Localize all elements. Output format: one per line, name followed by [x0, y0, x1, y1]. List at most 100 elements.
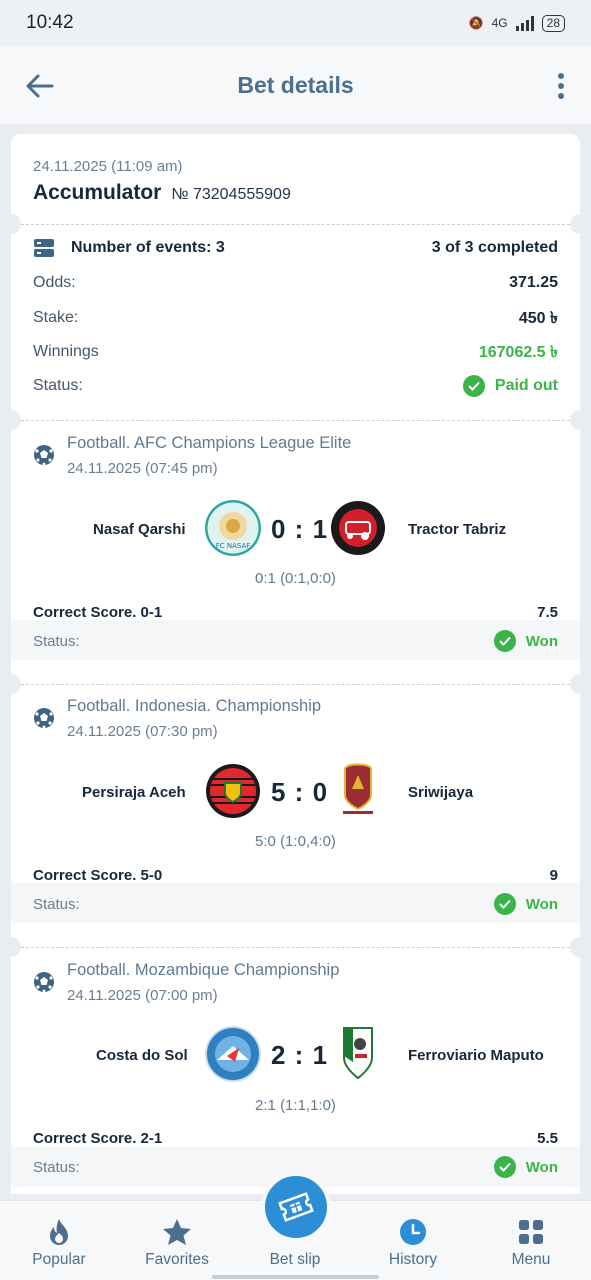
status-time: 10:42	[26, 12, 74, 33]
star-icon	[163, 1219, 191, 1245]
odds-value: 371.25	[509, 274, 558, 291]
check-icon	[493, 893, 516, 915]
event-score: 2 : 1	[271, 1040, 329, 1070]
score-detail: 0:1 (0:1,0:0)	[255, 570, 336, 587]
event-status-row: Status: Won	[33, 892, 558, 916]
stake-label: Stake:	[33, 309, 79, 326]
network-label: 4G	[491, 16, 508, 30]
market-name: Correct Score. 5-0	[33, 866, 163, 884]
event-date: 24.11.2025 (07:45 pm)	[67, 460, 218, 477]
grid-icon	[519, 1220, 543, 1244]
back-arrow-icon[interactable]	[24, 70, 56, 102]
event-date: 24.11.2025 (07:00 pm)	[67, 987, 218, 1004]
divider	[21, 947, 570, 948]
event-status: Won	[525, 632, 558, 650]
winnings-row: Winnings 167062.5 ৳	[33, 340, 558, 364]
signal-icon	[515, 15, 534, 31]
away-team: Tractor Tabriz	[408, 521, 507, 538]
odds-row: Odds: 371.25	[33, 271, 558, 295]
nav-history[interactable]: History	[354, 1201, 472, 1280]
market-odds: 7.5	[537, 603, 558, 621]
status-label: Status:	[33, 895, 80, 913]
ticket-notch	[11, 214, 21, 234]
status-bar: 10:42 🔕 4G 28	[0, 0, 591, 46]
status-label: Status:	[33, 377, 83, 394]
check-icon	[462, 375, 485, 397]
battery-icon: 28	[541, 14, 565, 32]
event-status: Won	[525, 1158, 558, 1176]
winnings-label: Winnings	[33, 343, 99, 360]
bet-status: Paid out	[494, 377, 558, 394]
market-name: Correct Score. 2-1	[33, 1129, 163, 1147]
away-team-logo	[331, 501, 385, 555]
home-team: Persiraja Aceh	[82, 784, 186, 801]
mute-icon: 🔕	[468, 16, 484, 30]
stake-row: Stake: 450 ৳	[33, 306, 558, 330]
status-label: Status:	[33, 1158, 80, 1176]
bet-details-card: 24.11.2025 (11:09 am) Accumulator № 7320…	[11, 134, 580, 1194]
home-team: Costa do Sol	[96, 1047, 188, 1064]
football-icon	[34, 972, 54, 993]
home-team-logo	[206, 764, 260, 818]
away-team-logo	[343, 763, 373, 814]
event-card[interactable]: Football. AFC Champions League Elite 24.…	[11, 424, 580, 686]
event-league: Football. AFC Champions League Elite	[67, 434, 352, 452]
bet-number: № 73204555909	[171, 186, 291, 203]
market-odds: 9	[549, 866, 558, 884]
divider	[21, 684, 570, 685]
event-card[interactable]: Football. Indonesia. Championship 24.11.…	[11, 687, 580, 949]
nav-menu[interactable]: Menu	[472, 1201, 590, 1280]
system-icons: 🔕 4G 28	[468, 14, 565, 32]
nav-label: History	[388, 1251, 438, 1268]
odds-label: Odds:	[33, 274, 76, 291]
score-detail: 2:1 (1:1,1:0)	[255, 1097, 336, 1114]
home-indicator	[212, 1275, 379, 1279]
nav-label: Favorites	[145, 1251, 209, 1268]
market-odds: 5.5	[537, 1129, 558, 1147]
event-date: 24.11.2025 (07:30 pm)	[67, 723, 218, 740]
nav-label: Bet slip	[269, 1251, 321, 1268]
home-team-logo	[205, 1026, 261, 1082]
more-vert-icon[interactable]	[557, 72, 565, 100]
stake-value: 450 ৳	[518, 309, 558, 327]
home-team-logo: FC NASAF	[205, 500, 261, 556]
nav-label: Popular	[32, 1251, 86, 1268]
event-league: Football. Indonesia. Championship	[67, 697, 322, 715]
event-card[interactable]: Football. Mozambique Championship 24.11.…	[11, 951, 580, 1194]
nav-popular[interactable]: Popular	[0, 1201, 118, 1280]
event-score: 0 : 1	[271, 514, 329, 544]
away-team-logo	[343, 1027, 373, 1080]
app-header: Bet details	[0, 46, 591, 124]
divider	[21, 224, 570, 225]
nav-favorites[interactable]: Favorites	[118, 1201, 236, 1280]
bet-slip-button[interactable]	[261, 1172, 331, 1242]
clock-icon	[400, 1219, 426, 1245]
score-detail: 5:0 (1:0,4:0)	[255, 833, 336, 850]
bet-date: 24.11.2025 (11:09 am)	[33, 158, 183, 175]
football-icon	[34, 445, 54, 466]
svg-text:FC NASAF: FC NASAF	[216, 542, 251, 550]
page-title: Bet details	[237, 71, 354, 98]
flame-icon	[50, 1219, 68, 1245]
winnings-value: 167062.5 ৳	[478, 343, 558, 361]
events-row: Number of events: 3 3 of 3 completed	[33, 236, 558, 260]
bet-header: 24.11.2025 (11:09 am) Accumulator № 7320…	[33, 158, 580, 205]
divider	[21, 420, 570, 421]
event-league: Football. Mozambique Championship	[67, 961, 340, 979]
event-score: 5 : 0	[271, 777, 329, 807]
check-icon	[493, 630, 516, 652]
event-status-row: Status: Won	[33, 629, 558, 653]
away-team: Sriwijaya	[408, 784, 474, 801]
away-team: Ferroviario Maputo	[408, 1047, 544, 1064]
nav-label: Menu	[511, 1251, 551, 1268]
football-icon	[34, 708, 54, 729]
market-name: Correct Score. 0-1	[33, 603, 163, 621]
ticket-notch	[570, 214, 580, 234]
bet-status-row: Status: Paid out	[33, 374, 558, 398]
events-list-icon	[34, 239, 54, 257]
check-icon	[493, 1156, 516, 1178]
home-team: Nasaf Qarshi	[93, 521, 186, 538]
status-label: Status:	[33, 632, 80, 650]
events-count: Number of events: 3	[71, 239, 225, 256]
event-status: Won	[525, 895, 558, 913]
